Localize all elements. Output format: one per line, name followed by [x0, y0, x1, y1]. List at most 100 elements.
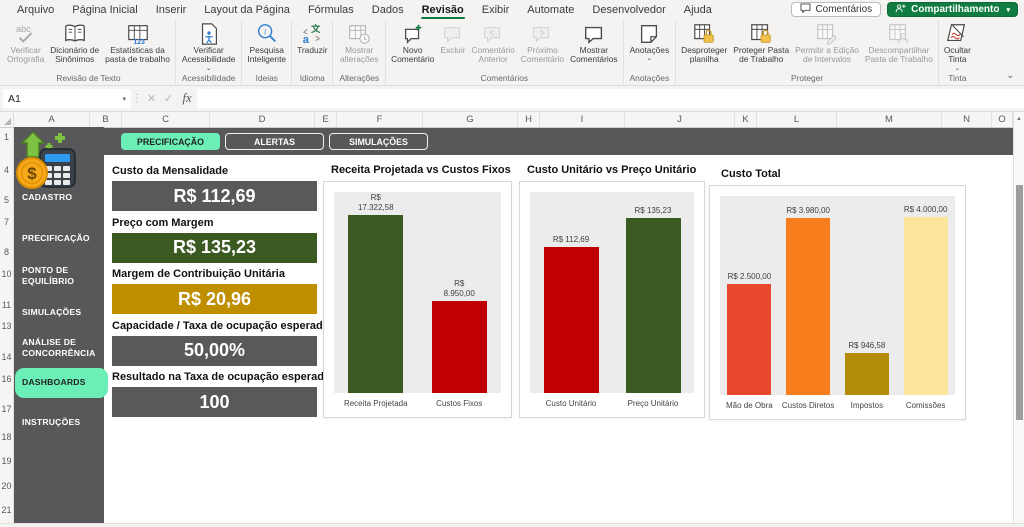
ribbon-group-idioma: 文aTraduzirIdioma — [291, 20, 332, 85]
menu-tab-formulas[interactable]: Fórmulas — [299, 0, 363, 19]
sidebar-item-cadastro[interactable]: CADASTRO — [22, 192, 100, 203]
row-header-16[interactable]: 16 — [0, 374, 13, 384]
row-header-18[interactable]: 18 — [0, 432, 13, 442]
column-header-D[interactable]: D — [210, 112, 315, 127]
category-label-preco-unitario: Preço Unitário — [612, 399, 694, 408]
ribbon-button-anotacoes[interactable]: Anotações⌄ — [627, 20, 673, 73]
menu-tab-revisao[interactable]: Revisão — [413, 0, 473, 19]
menu-tab-pagina-inicial[interactable]: Página Inicial — [63, 0, 146, 19]
row-header-17[interactable]: 17 — [0, 404, 13, 414]
menu-tab-ajuda[interactable]: Ajuda — [675, 0, 721, 19]
row-header-1[interactable]: 1 — [0, 132, 13, 142]
formula-input[interactable] — [197, 89, 1024, 108]
ribbon-button-verificar-acessibilidade[interactable]: Verificar Acessibilidade⌄ — [179, 20, 239, 73]
ribbon-button-label: Verificar Ortografia — [7, 46, 44, 65]
column-header-O[interactable]: O — [992, 112, 1013, 127]
menu-tab-layout-da-pagina[interactable]: Layout da Página — [195, 0, 299, 19]
scroll-up-arrow-icon[interactable]: ▲ — [1014, 112, 1024, 125]
column-header-C[interactable]: C — [122, 112, 210, 127]
ribbon-button-mostrar-alteracoes: Mostrar alterações — [337, 20, 382, 73]
unshare-workbook-icon — [887, 22, 911, 46]
share-button[interactable]: Compartilhamento ▾ — [887, 2, 1018, 17]
row-header-11[interactable]: 11 — [0, 300, 13, 310]
ribbon-button-verificar-ortografia: abc Verificar Ortografia — [4, 20, 47, 73]
column-header-N[interactable]: N — [942, 112, 992, 127]
menu-tab-desenvolvedor[interactable]: Desenvolvedor — [583, 0, 674, 19]
column-header-A[interactable]: A — [14, 112, 90, 127]
ribbon-button-label: Mostrar alterações — [340, 46, 379, 65]
column-header-L[interactable]: L — [757, 112, 837, 127]
row-header-21[interactable]: 21 — [0, 505, 13, 515]
app-logo: $ — [16, 129, 80, 198]
horizontal-scrollbar[interactable] — [0, 523, 1024, 527]
ribbon-button-mostrar-comentarios[interactable]: Mostrar Comentários — [567, 20, 620, 73]
menu-tab-arquivo[interactable]: Arquivo — [8, 0, 63, 19]
share-icon — [895, 3, 906, 16]
delete-comment-icon — [441, 22, 465, 46]
select-all-corner[interactable] — [0, 112, 14, 127]
column-header-M[interactable]: M — [837, 112, 942, 127]
menu-tab-automate[interactable]: Automate — [518, 0, 583, 19]
chart-panel: R$ 112,69R$ 135,23Custo UnitárioPreço Un… — [519, 181, 705, 418]
ribbon-button-proteger-pasta-de-trabalho[interactable]: Proteger Pasta de Trabalho — [730, 20, 792, 73]
ribbon-button-ocultar-tinta[interactable]: Ocultar Tinta⌄ — [941, 20, 974, 73]
row-header-19[interactable]: 19 — [0, 456, 13, 466]
vertical-scrollbar-thumb[interactable] — [1016, 185, 1023, 420]
ribbon-button-desproteger-planilha[interactable]: Desproteger planilha — [678, 20, 730, 73]
chart-category-axis: Mão de ObraCustos DiretosImpostosComissõ… — [720, 395, 955, 415]
column-header-G[interactable]: G — [423, 112, 518, 127]
view-tab-simulacoes[interactable]: SIMULAÇÕES — [329, 133, 428, 150]
data-label: R$ 8.950,00 — [444, 279, 475, 299]
column-header-J[interactable]: J — [625, 112, 735, 127]
column-header-I[interactable]: I — [540, 112, 625, 127]
sidebar-item-ponto-de-equilibrio[interactable]: PONTO DE EQUILÍBRIO — [22, 265, 100, 287]
column-header-B[interactable]: B — [90, 112, 122, 127]
view-tab-alertas[interactable]: ALERTAS — [225, 133, 324, 150]
kpi-label: Margem de Contribuição Unitária — [112, 268, 317, 282]
comments-button[interactable]: Comentários — [791, 2, 881, 17]
kpi-label: Custo da Mensalidade — [112, 165, 317, 179]
sidebar-item-analise-de-concorrencia[interactable]: ANÁLISE DE CONCORRÊNCIA — [22, 337, 100, 359]
row-header-13[interactable]: 13 — [0, 321, 13, 331]
row-header-7[interactable]: 7 — [0, 217, 13, 227]
ribbon-button-traduzir[interactable]: 文aTraduzir — [294, 20, 330, 73]
category-label-impostos: Impostos — [838, 401, 897, 410]
menu-tab-dados[interactable]: Dados — [363, 0, 413, 19]
ribbon-button-dicionario-de-sinonimos[interactable]: Dicionário de Sinônimos — [47, 20, 102, 73]
svg-text:abc: abc — [15, 24, 30, 34]
ribbon-button-estatisticas-da-pasta-de-trabalho[interactable]: 123Estatísticas da pasta de trabalho — [102, 20, 173, 73]
sidebar-item-instrucoes[interactable]: INSTRUÇÕES — [22, 417, 100, 428]
row-header-8[interactable]: 8 — [0, 247, 13, 257]
insert-function-icon[interactable]: fx — [177, 91, 197, 106]
sidebar-item-simulacoes[interactable]: SIMULAÇÕES — [22, 307, 100, 318]
ribbon-button-label: Comentário Anterior — [472, 46, 515, 65]
vertical-scrollbar[interactable]: ▲ — [1013, 112, 1024, 527]
ribbon-button-excluir: Excluir — [437, 20, 468, 73]
category-label-comissoes: Comissões — [896, 401, 955, 410]
column-header-K[interactable]: K — [735, 112, 757, 127]
sidebar-item-dashboards[interactable]: DASHBOARDS — [15, 368, 108, 398]
workbook-stats-icon: 123 — [126, 22, 150, 46]
row-header-5[interactable]: 5 — [0, 195, 13, 205]
menu-tab-inserir[interactable]: Inserir — [147, 0, 196, 19]
ribbon-button-pesquisa-inteligente[interactable]: iPesquisa Inteligente — [244, 20, 289, 73]
row-header-10[interactable]: 10 — [0, 269, 13, 279]
svg-text:$: $ — [27, 164, 37, 183]
ribbon-button-novo-comentario[interactable]: Novo Comentário — [388, 20, 437, 73]
sidebar-item-precificacao[interactable]: PRECIFICAÇÃO — [22, 233, 100, 244]
ribbon-button-label: Descompartilhar Pasta de Trabalho — [865, 46, 933, 65]
row-header-20[interactable]: 20 — [0, 481, 13, 491]
row-header-14[interactable]: 14 — [0, 352, 13, 362]
ribbon-group-label-comentarios: Comentários — [388, 73, 621, 85]
ribbon-collapse-chevron[interactable]: ⌄ — [1006, 70, 1014, 81]
chevron-down-icon: ⌄ — [206, 66, 211, 73]
column-header-F[interactable]: F — [337, 112, 423, 127]
kpi-card-margem-de-contribuicao-unitaria: Margem de Contribuição UnitáriaR$ 20,96 — [112, 268, 317, 320]
column-header-E[interactable]: E — [315, 112, 337, 127]
view-tab-precificacao[interactable]: PRECIFICAÇÃO — [121, 133, 220, 150]
kpi-card-resultado-na-taxa-de-ocupacao-esperada: Resultado na Taxa de ocupação esperada10… — [112, 371, 317, 423]
row-header-4[interactable]: 4 — [0, 165, 13, 175]
name-box[interactable]: A1 ▾ — [3, 89, 131, 108]
column-header-H[interactable]: H — [518, 112, 540, 127]
menu-tab-exibir[interactable]: Exibir — [473, 0, 519, 19]
